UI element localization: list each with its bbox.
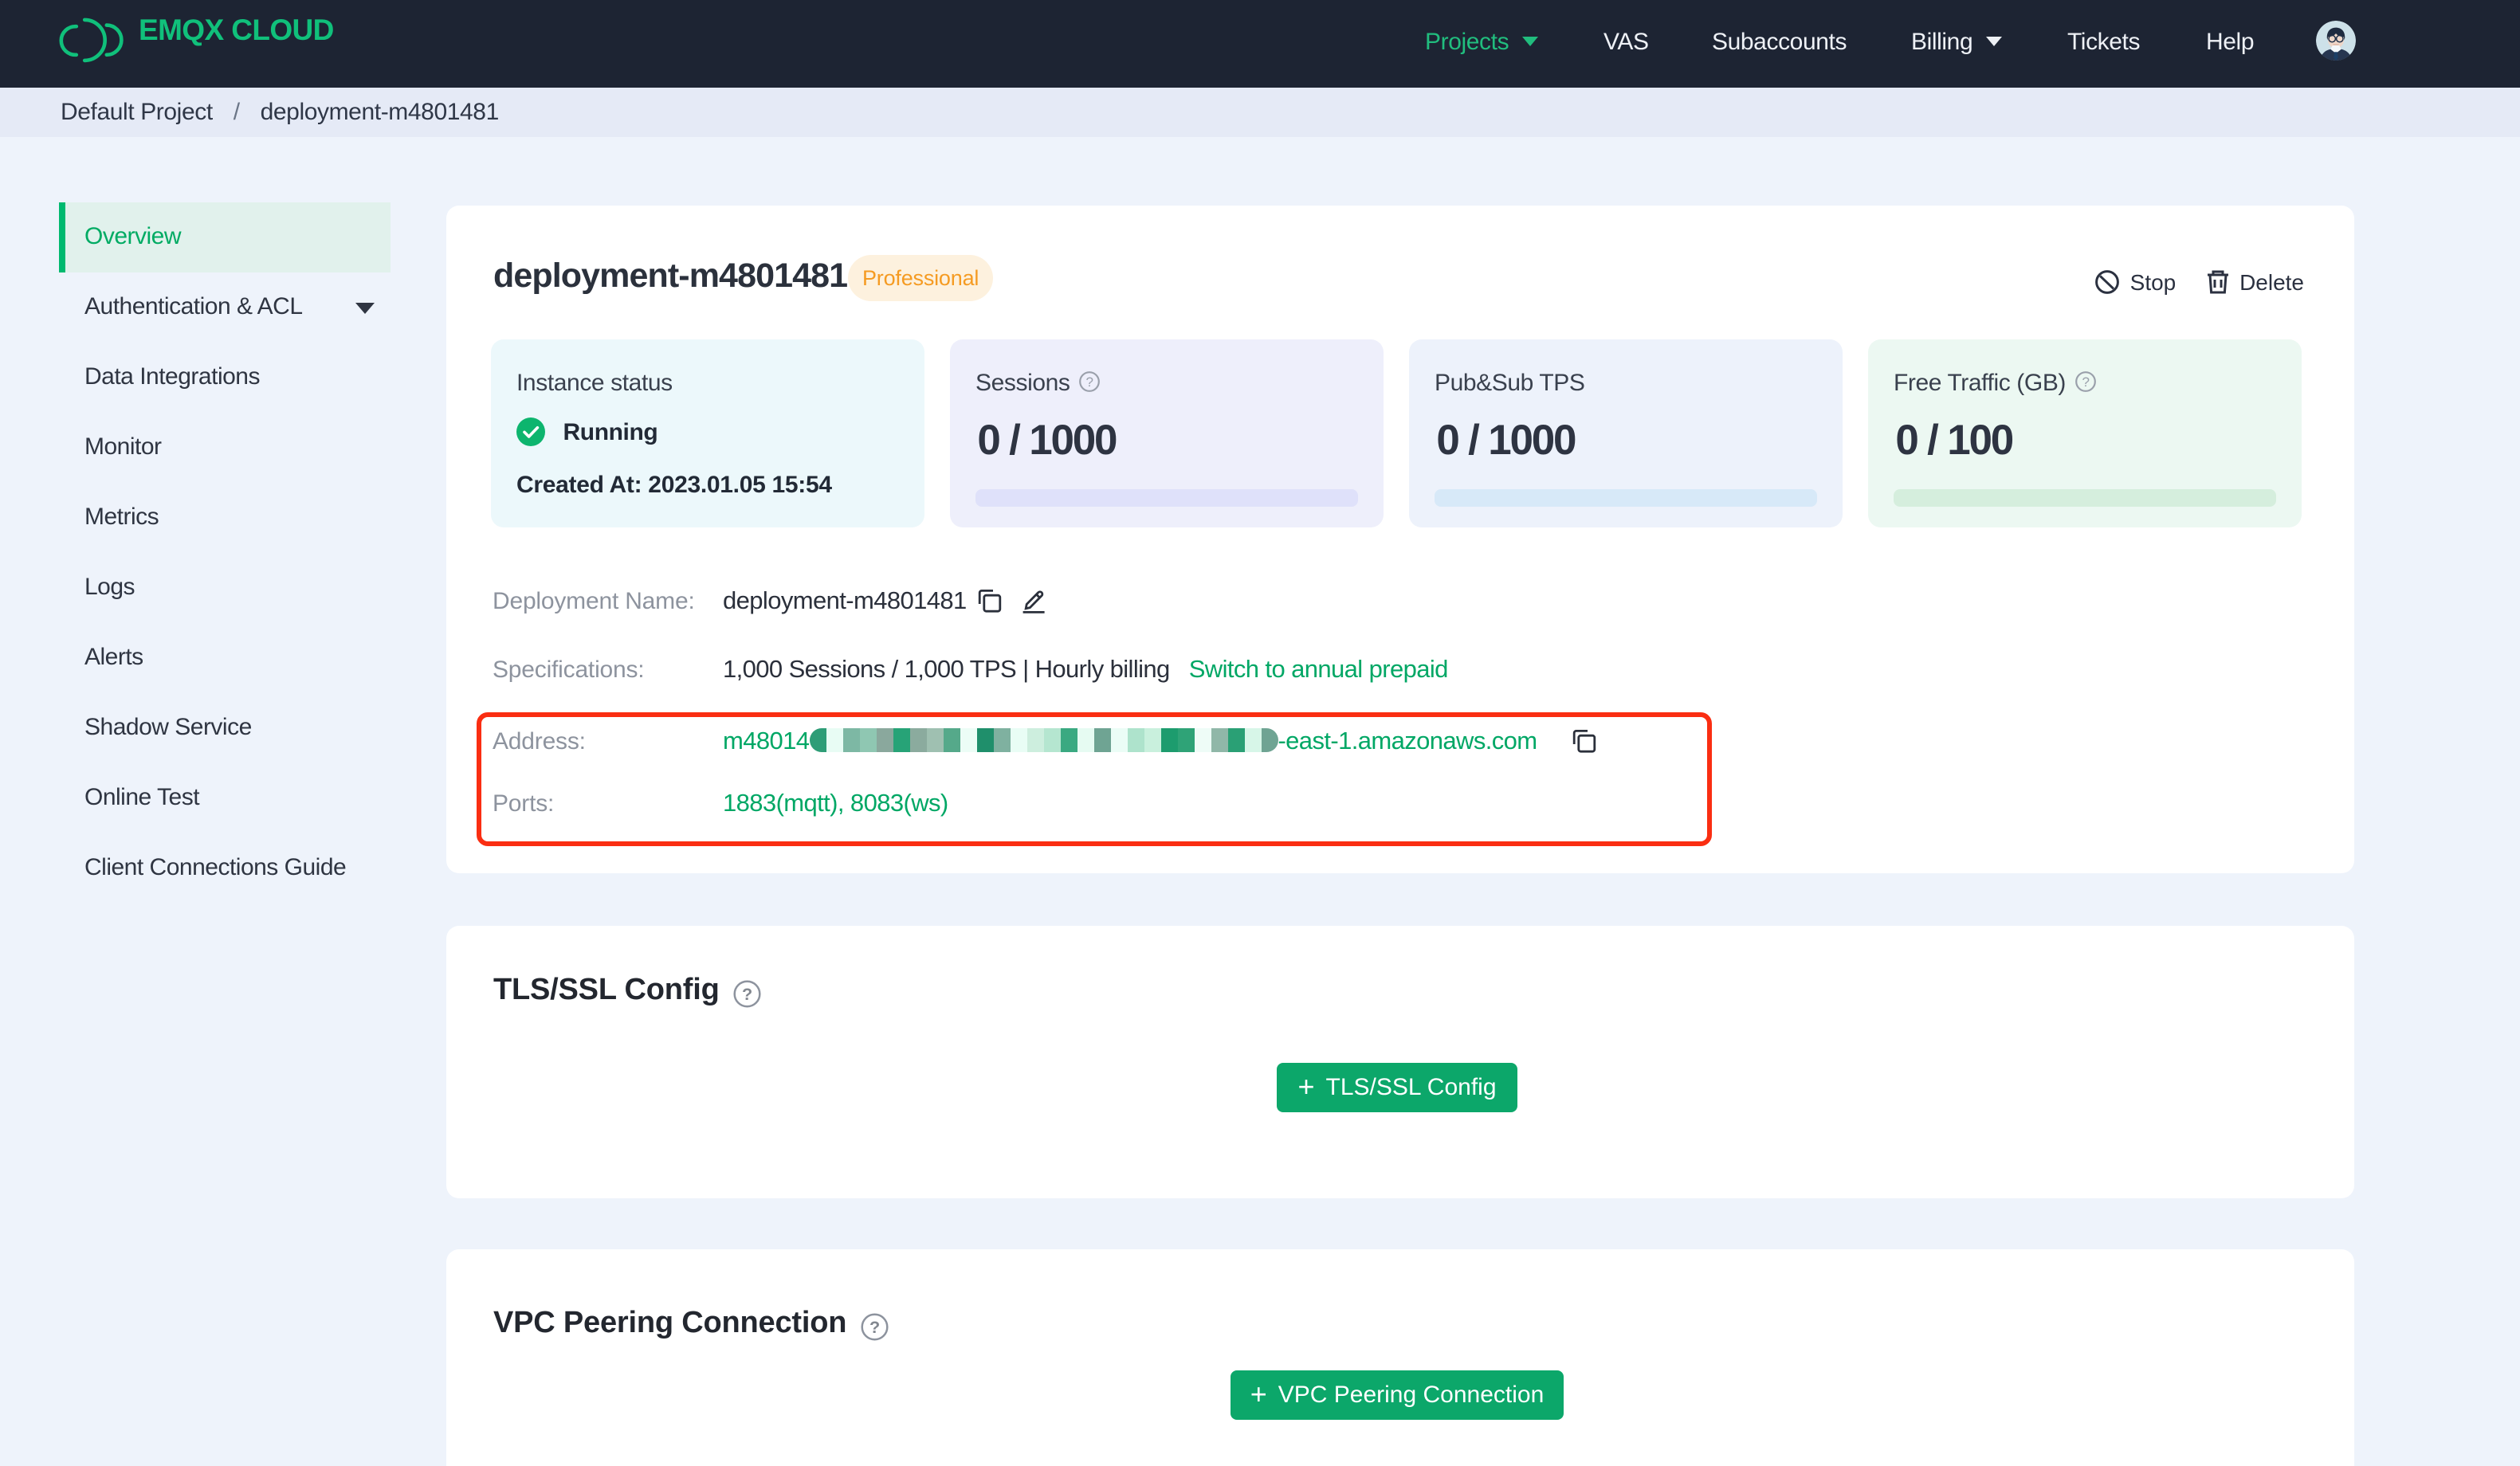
svg-text:?: ? [743, 984, 753, 1004]
svg-text:?: ? [1086, 374, 1093, 390]
svg-text:?: ? [870, 1317, 881, 1337]
svg-text:?: ? [2082, 374, 2089, 390]
